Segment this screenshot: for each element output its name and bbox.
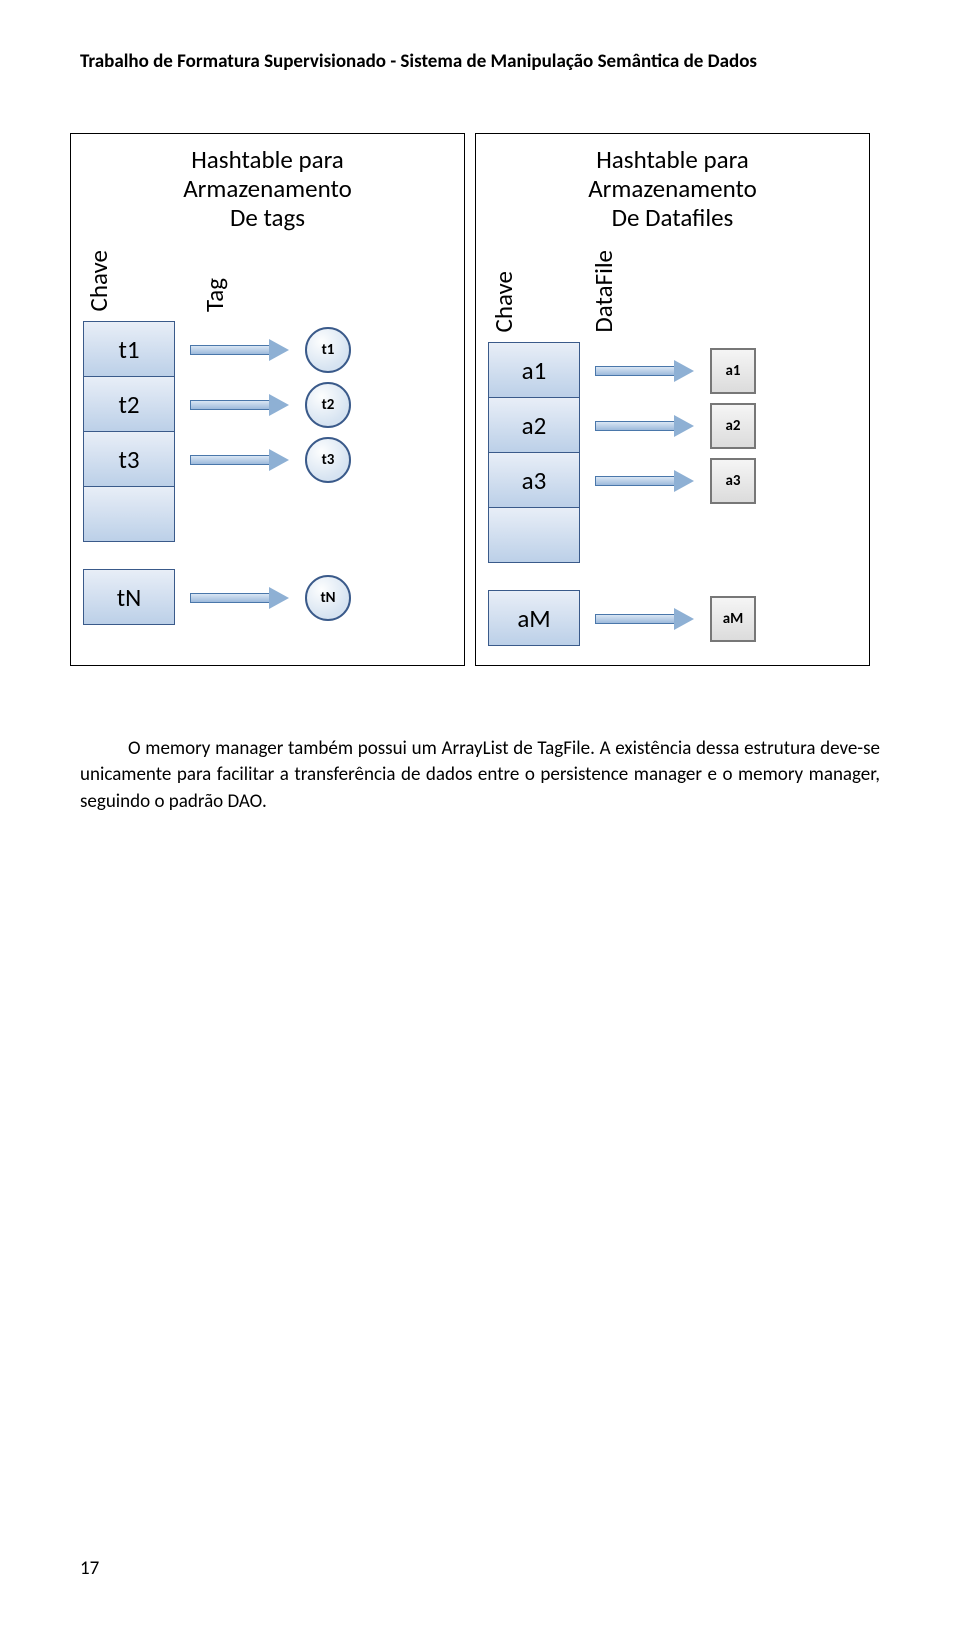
- tag-node: tN: [305, 575, 351, 621]
- right-title-line1: Hashtable para: [596, 144, 749, 175]
- left-title-line2: Armazenamento: [183, 173, 352, 204]
- page-number: 17: [80, 1557, 99, 1580]
- tag-node: t1: [305, 327, 351, 373]
- right-title-line2: Armazenamento: [588, 173, 757, 204]
- right-key-cell: a2: [488, 397, 580, 453]
- diagram-container: Hashtable para Armazenamento De tags Cha…: [70, 133, 880, 666]
- left-key-cell: t2: [83, 376, 175, 432]
- right-key-cell: a1: [488, 342, 580, 398]
- arrow-icon: [190, 394, 290, 416]
- left-key-cell-empty: [83, 486, 175, 542]
- right-box-title: Hashtable para Armazenamento De Datafile…: [488, 146, 857, 232]
- paragraph-text: O memory manager também possui um ArrayL…: [80, 737, 880, 813]
- hashtable-datafiles-box: Hashtable para Armazenamento De Datafile…: [475, 133, 870, 666]
- left-box-title: Hashtable para Armazenamento De tags: [83, 146, 452, 232]
- right-key-cell-empty: [488, 507, 580, 563]
- left-title-line3: De tags: [230, 202, 305, 233]
- left-label-chave: Chave: [83, 250, 114, 312]
- datafile-node: a1: [710, 348, 756, 394]
- left-key-cell: t3: [83, 431, 175, 487]
- left-label-tag: Tag: [199, 278, 230, 312]
- datafile-node: a3: [710, 458, 756, 504]
- datafile-node: a2: [710, 403, 756, 449]
- right-key-cell: a3: [488, 452, 580, 508]
- tag-node: t3: [305, 437, 351, 483]
- left-key-cell: t1: [83, 321, 175, 377]
- arrow-icon: [190, 449, 290, 471]
- page-header: Trabalho de Formatura Supervisionado - S…: [80, 50, 880, 73]
- arrow-icon: [595, 608, 695, 630]
- arrow-icon: [190, 587, 290, 609]
- tag-node: t2: [305, 382, 351, 428]
- right-label-datafile: DataFile: [588, 250, 619, 333]
- arrow-icon: [595, 415, 695, 437]
- right-label-chave: Chave: [488, 271, 519, 333]
- right-title-line3: De Datafiles: [612, 202, 734, 233]
- body-paragraph: O memory manager também possui um ArrayL…: [80, 736, 880, 816]
- left-key-cell: tN: [83, 569, 175, 625]
- arrow-icon: [595, 470, 695, 492]
- datafile-node: aM: [710, 596, 756, 642]
- left-title-line1: Hashtable para: [191, 144, 344, 175]
- arrow-icon: [190, 339, 290, 361]
- right-key-cell: aM: [488, 590, 580, 646]
- arrow-icon: [595, 360, 695, 382]
- hashtable-tags-box: Hashtable para Armazenamento De tags Cha…: [70, 133, 465, 666]
